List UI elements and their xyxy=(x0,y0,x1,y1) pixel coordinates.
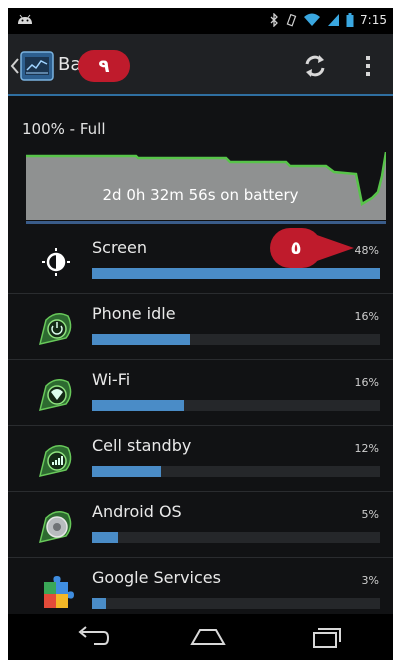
refresh-icon[interactable] xyxy=(301,52,329,80)
usage-bar-track xyxy=(92,400,380,411)
usage-bar-fill xyxy=(92,532,118,543)
power-idle-icon xyxy=(38,313,72,346)
usage-bar-track xyxy=(92,598,380,609)
graph-baseline xyxy=(26,221,386,224)
usage-item-android-os[interactable]: Android OS 5% xyxy=(8,492,393,558)
status-bar: 7:15 xyxy=(8,8,393,34)
usage-bar-fill xyxy=(92,334,190,345)
usage-item-label: Android OS xyxy=(92,502,182,521)
battery-level-text: 100% - Full xyxy=(22,120,106,138)
battery-graph-area xyxy=(26,152,386,220)
back-nav-icon[interactable] xyxy=(72,624,112,650)
bluetooth-icon xyxy=(270,13,278,27)
navigation-bar xyxy=(8,614,393,660)
callout-number: ٩ xyxy=(98,55,110,77)
usage-bar-track xyxy=(92,466,380,477)
battery-history-graph[interactable] xyxy=(26,152,386,220)
usage-item-label: Google Services xyxy=(92,568,221,587)
usage-item-wifi[interactable]: Wi-Fi 16% xyxy=(8,360,393,426)
usage-item-percent: 16% xyxy=(354,310,379,323)
usage-bar-fill xyxy=(92,268,380,279)
cell-signal-icon xyxy=(38,445,72,478)
usage-item-percent: 5% xyxy=(361,508,379,521)
usage-bar-track xyxy=(92,532,380,543)
vibrate-icon xyxy=(286,13,297,27)
usage-item-label: Phone idle xyxy=(92,304,176,323)
brightness-icon xyxy=(42,248,70,276)
callout-marker: ٩ xyxy=(78,50,130,82)
usage-item-percent: 12% xyxy=(354,442,379,455)
usage-item-label: Cell standby xyxy=(92,436,192,455)
usage-item-phone-idle[interactable]: Phone idle 16% xyxy=(8,294,393,360)
puzzle-piece-icon xyxy=(44,576,74,608)
callout-number: ٥ xyxy=(290,237,302,259)
usage-bar-fill xyxy=(92,400,185,411)
battery-app-icon[interactable] xyxy=(20,51,54,81)
battery-icon xyxy=(346,13,354,27)
usage-item-percent: 16% xyxy=(354,376,379,389)
back-caret-icon[interactable] xyxy=(10,56,20,76)
home-nav-icon[interactable] xyxy=(188,624,228,650)
action-bar: Ba ٩ xyxy=(8,34,393,96)
phone-screen: 7:15 Ba ٩ 100% - Full 2d 0h 32m 56s on b… xyxy=(8,8,393,660)
usage-item-percent: 3% xyxy=(361,574,379,587)
usage-item-cell-standby[interactable]: Cell standby 12% xyxy=(8,426,393,492)
usage-bar-fill xyxy=(92,598,107,609)
usage-item-percent: 48% xyxy=(354,244,379,257)
callout-pointer xyxy=(314,234,354,262)
signal-icon xyxy=(328,14,340,26)
android-os-icon xyxy=(38,511,72,544)
android-debug-icon xyxy=(18,14,32,24)
wifi-icon xyxy=(38,379,72,412)
clock: 7:15 xyxy=(360,13,387,27)
usage-bar-track xyxy=(92,334,380,345)
wifi-icon xyxy=(304,13,321,26)
recents-nav-icon[interactable] xyxy=(304,624,344,650)
overflow-menu-icon[interactable] xyxy=(360,52,376,80)
usage-bar-fill xyxy=(92,466,162,477)
usage-item-label: Screen xyxy=(92,238,148,257)
usage-item-label: Wi-Fi xyxy=(92,370,131,389)
usage-bar-track xyxy=(92,268,380,279)
